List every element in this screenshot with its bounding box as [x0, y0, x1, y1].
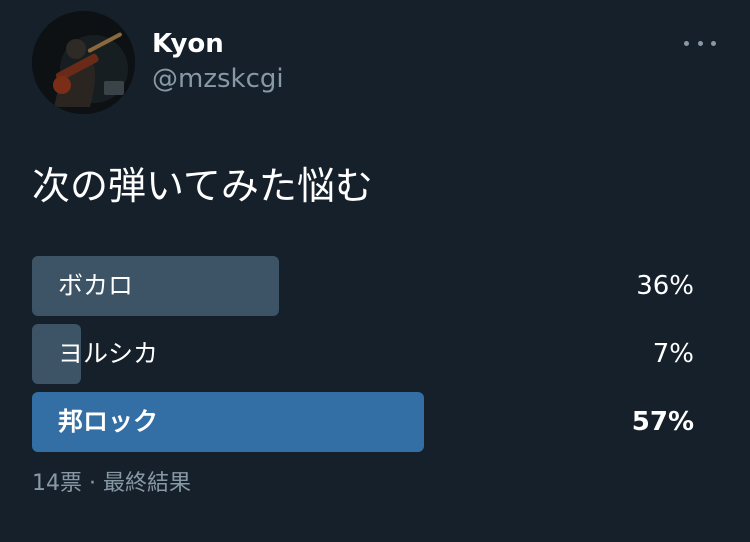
- poll-option-label: ヨルシカ: [58, 339, 159, 368]
- dot: [711, 40, 716, 46]
- tweet-text: 次の弾いてみた悩む: [32, 164, 373, 208]
- poll-option-label: ボカロ: [58, 271, 134, 300]
- display-name[interactable]: Kyon: [152, 27, 224, 61]
- poll-vote-count: 14票: [32, 471, 82, 496]
- avatar[interactable]: [32, 11, 135, 114]
- dot: [697, 40, 703, 46]
- poll-option-3: 邦ロック 57%: [32, 392, 694, 452]
- poll-option-percent: 36%: [636, 271, 694, 301]
- poll-option-2: ヨルシカ 7%: [32, 324, 694, 384]
- poll-option-percent: 57%: [631, 407, 694, 437]
- poll-meta: 14票 · 最終結果: [32, 468, 191, 500]
- poll-status: 最終結果: [103, 471, 192, 496]
- user-handle[interactable]: @mzskcgi: [152, 62, 284, 96]
- poll-option-percent: 7%: [652, 339, 694, 369]
- more-options-icon[interactable]: [684, 36, 716, 50]
- poll-option-label: 邦ロック: [58, 407, 159, 436]
- poll-option-1: ボカロ 36%: [32, 256, 694, 316]
- dot: [684, 40, 689, 46]
- separator: ·: [89, 471, 96, 496]
